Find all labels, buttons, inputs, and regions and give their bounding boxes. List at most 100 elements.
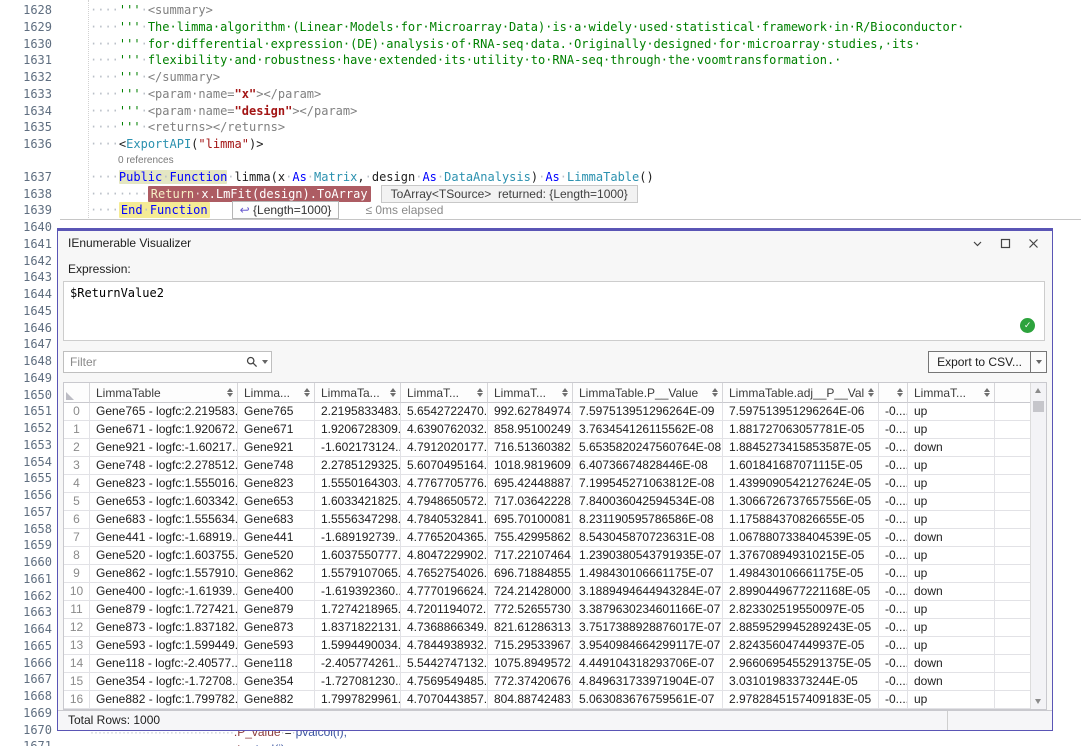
table-cell[interactable]: Gene765 [238, 403, 315, 421]
table-cell[interactable]: 8.231190595786586E-08 [573, 511, 723, 529]
scrollbar-thumb[interactable] [1033, 401, 1044, 412]
table-cell[interactable]: 2.824356047449937E-05 [723, 637, 879, 655]
row-number[interactable]: 15 [64, 673, 90, 691]
table-cell[interactable]: 3.03101983373244E-05 [723, 673, 879, 691]
maximize-icon[interactable] [994, 234, 1016, 252]
table-cell[interactable]: Gene862 [238, 565, 315, 583]
column-header[interactable]: Limma... [238, 383, 315, 403]
table-cell[interactable]: -0.... [879, 493, 908, 511]
column-header[interactable]: LimmaTable.P__Value [573, 383, 723, 403]
table-cell[interactable]: -0.... [879, 457, 908, 475]
table-cell[interactable]: 1.3066726737657556E-05 [723, 493, 879, 511]
sort-icon[interactable] [984, 388, 990, 397]
table-cell[interactable]: 5.6535820247560764E-08 [573, 439, 723, 457]
column-header[interactable] [995, 383, 1031, 403]
table-cell[interactable]: Gene593 - logfc:1.599449... [90, 637, 238, 655]
table-cell[interactable]: 4.7765204365... [401, 529, 488, 547]
table-cell[interactable]: 1.881727063057781E-05 [723, 421, 879, 439]
column-header[interactable]: LimmaT... [908, 383, 995, 403]
table-cell[interactable]: up [908, 475, 995, 493]
table-cell[interactable]: 992.62784974... [488, 403, 573, 421]
table-cell[interactable]: 3.9540984664299117E-07 [573, 637, 723, 655]
row-number[interactable]: 1 [64, 421, 90, 439]
table-cell[interactable]: 4.7569549485... [401, 673, 488, 691]
table-cell[interactable]: 1.7997829961... [315, 691, 401, 709]
table-cell[interactable]: 1.9206728309... [315, 421, 401, 439]
table-cell[interactable]: up [908, 511, 995, 529]
table-cell[interactable]: 4.7201194072... [401, 601, 488, 619]
table-cell[interactable]: 1.4399090542127624E-05 [723, 475, 879, 493]
table-cell[interactable]: 858.95100249... [488, 421, 573, 439]
sort-icon[interactable] [562, 388, 568, 397]
table-cell[interactable]: up [908, 601, 995, 619]
table-cell[interactable]: Gene593 [238, 637, 315, 655]
row-number[interactable]: 16 [64, 691, 90, 709]
sort-icon[interactable] [868, 388, 874, 397]
row-number[interactable]: 8 [64, 547, 90, 565]
table-cell[interactable]: -1.619392360... [315, 583, 401, 601]
table-cell[interactable]: 3.3879630234601166E-07 [573, 601, 723, 619]
table-cell[interactable]: 695.70100081... [488, 511, 573, 529]
table-cell[interactable]: 5.5442747132... [401, 655, 488, 673]
table-cell[interactable]: 7.840036042594534E-08 [573, 493, 723, 511]
table-cell[interactable]: Gene873 [238, 619, 315, 637]
table-cell[interactable]: 1.498430106661175E-05 [723, 565, 879, 583]
table-cell[interactable]: Gene879 [238, 601, 315, 619]
scroll-up-arrow-icon[interactable] [1035, 388, 1041, 393]
table-cell[interactable]: 5.6542722470... [401, 403, 488, 421]
row-number[interactable]: 6 [64, 511, 90, 529]
table-cell[interactable]: -2.405774261... [315, 655, 401, 673]
column-header[interactable]: LimmaTable.adj__P__Val [723, 383, 879, 403]
table-cell[interactable]: 2.8990449677221168E-05 [723, 583, 879, 601]
table-cell[interactable]: 717.22107464... [488, 547, 573, 565]
table-cell[interactable]: Gene748 [238, 457, 315, 475]
sort-icon[interactable] [390, 388, 396, 397]
export-dropdown-caret-icon[interactable] [1030, 352, 1046, 372]
table-cell[interactable]: 695.42448887... [488, 475, 573, 493]
table-cell[interactable]: Gene653 - logfc:1.603342... [90, 493, 238, 511]
table-cell[interactable]: up [908, 403, 995, 421]
table-cell[interactable]: -0.... [879, 547, 908, 565]
table-cell[interactable]: 1.5994490034... [315, 637, 401, 655]
table-cell[interactable]: Gene748 - logfc:2.278512... [90, 457, 238, 475]
table-cell[interactable]: Gene823 - logfc:1.555016... [90, 475, 238, 493]
row-number[interactable]: 0 [64, 403, 90, 421]
table-cell[interactable]: 5.6070495164... [401, 457, 488, 475]
table-cell[interactable]: up [908, 691, 995, 709]
table-cell[interactable]: 4.7770196624... [401, 583, 488, 601]
table-cell[interactable]: -0.... [879, 421, 908, 439]
table-cell[interactable]: -1.727081230... [315, 673, 401, 691]
table-cell[interactable]: -0.... [879, 637, 908, 655]
table-cell[interactable]: Gene921 - logfc:-1.60217... [90, 439, 238, 457]
row-number[interactable]: 2 [64, 439, 90, 457]
table-cell[interactable]: 772.37420676... [488, 673, 573, 691]
table-cell[interactable]: up [908, 457, 995, 475]
table-cell[interactable]: 7.597513951296264E-09 [573, 403, 723, 421]
table-cell[interactable]: 1.8371822131... [315, 619, 401, 637]
table-cell[interactable]: 1.6033421825... [315, 493, 401, 511]
table-cell[interactable]: 4.6390762032... [401, 421, 488, 439]
row-number[interactable]: 12 [64, 619, 90, 637]
sort-icon[interactable] [304, 388, 310, 397]
sort-icon[interactable] [712, 388, 718, 397]
table-cell[interactable]: -0.... [879, 673, 908, 691]
table-cell[interactable]: Gene441 - logfc:-1.68919... [90, 529, 238, 547]
table-cell[interactable]: Gene823 [238, 475, 315, 493]
table-cell[interactable]: 2.8859529945289243E-05 [723, 619, 879, 637]
table-cell[interactable]: 2.9660695455291375E-05 [723, 655, 879, 673]
table-cell[interactable]: Gene400 [238, 583, 315, 601]
close-icon[interactable] [1022, 234, 1044, 252]
table-cell[interactable]: 3.1889494644943284E-07 [573, 583, 723, 601]
table-cell[interactable]: Gene441 [238, 529, 315, 547]
table-cell[interactable]: 4.7652754026... [401, 565, 488, 583]
table-cell[interactable]: up [908, 619, 995, 637]
select-all-corner[interactable] [64, 383, 90, 403]
row-number[interactable]: 14 [64, 655, 90, 673]
table-cell[interactable]: 2.823302519550097E-05 [723, 601, 879, 619]
table-cell[interactable]: down [908, 673, 995, 691]
table-cell[interactable]: 1.601841687071115E-05 [723, 457, 879, 475]
expression-input[interactable]: $ReturnValue2 ✓ [63, 281, 1045, 341]
table-cell[interactable]: 4.7912020177... [401, 439, 488, 457]
table-cell[interactable]: 1.5579107065... [315, 565, 401, 583]
table-cell[interactable]: Gene873 - logfc:1.837182... [90, 619, 238, 637]
